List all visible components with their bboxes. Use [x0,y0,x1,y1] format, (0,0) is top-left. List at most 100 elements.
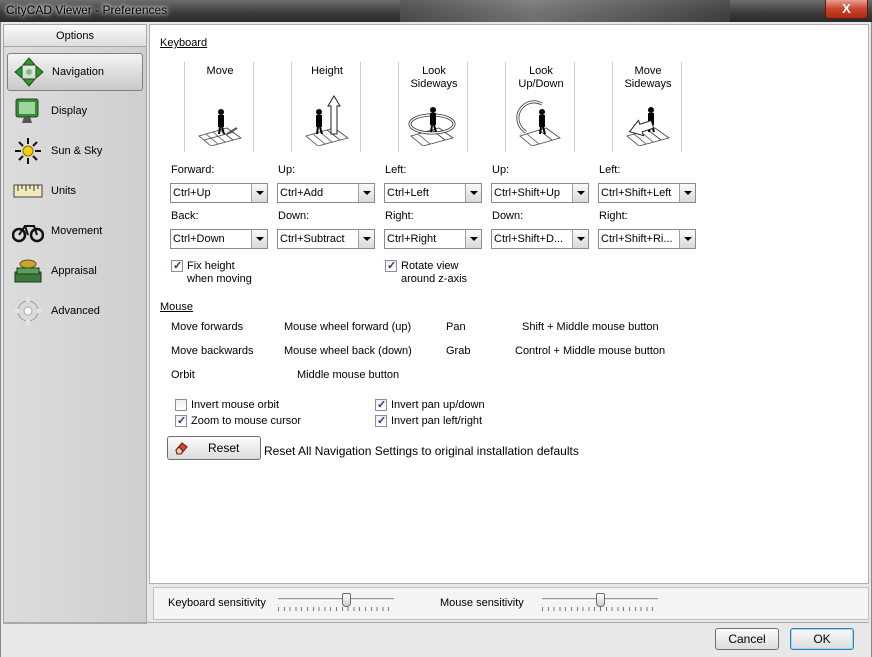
reset-button-label: Reset [208,441,240,455]
mouse-section-label: Mouse [160,301,194,313]
select-value: Ctrl+Left [387,187,429,199]
chevron-down-icon[interactable] [251,184,267,202]
move-forward-select[interactable]: Ctrl+Up [170,183,268,203]
eraser-icon [174,441,188,458]
chevron-down-icon[interactable] [679,184,695,202]
navigation-arrows-icon [12,55,46,89]
height-illustration: Height [291,62,361,152]
slider-track [278,598,394,601]
move-illustration: Move [184,62,254,152]
mouse-binding-label: Middle mouse button [297,369,400,381]
gear-icon [11,294,45,328]
invert-pan-left-right-checkbox[interactable] [375,414,387,427]
mouse-sensitivity-slider[interactable] [540,593,660,615]
invert-pan-up-down-label: Invert pan up/down [391,399,485,411]
chevron-down-icon[interactable] [251,230,267,248]
sideways-right-select[interactable]: Ctrl+Shift+Ri... [598,229,696,249]
close-button[interactable]: X [825,0,868,19]
monitor-icon [11,94,45,128]
sidebar-item-label: Sun & Sky [51,145,103,157]
title-bar[interactable]: CityCAD Viewer - Preferences X [0,0,872,22]
select-value: Ctrl+Shift+Left [601,187,672,199]
reset-description: Reset All Navigation Settings to origina… [264,444,579,458]
select-value: Ctrl+Add [280,187,324,199]
chevron-down-icon[interactable] [465,230,481,248]
ruler-icon [11,174,45,208]
sidebar-item-sun-sky[interactable]: Sun & Sky [7,131,143,171]
tile-title: Height [311,65,343,77]
keyboard-sensitivity-thumb[interactable] [342,593,352,607]
move-forward-label: Forward: [171,164,215,176]
look-left-select[interactable]: Ctrl+Left [384,183,482,203]
sidebar-item-movement[interactable]: Movement [7,211,143,251]
chevron-down-icon[interactable] [572,230,588,248]
chevron-down-icon[interactable] [572,184,588,202]
rotate-view-label-line2: around z-axis [401,273,468,285]
sidebar-item-navigation[interactable]: Navigation [7,53,143,91]
mouse-sensitivity-label: Mouse sensitivity [440,597,524,609]
move-sideways-figure-icon [626,107,670,146]
select-value: Ctrl+Down [173,233,225,245]
tile-title: Move [206,65,234,77]
slider-ticks [278,607,394,611]
mouse-sensitivity-thumb[interactable] [595,593,605,607]
height-down-select[interactable]: Ctrl+Subtract [277,229,375,249]
look-sideways-illustration: Look Sideways [398,62,468,152]
look-up-down-illustration: Look Up/Down [505,62,575,152]
chevron-down-icon[interactable] [358,230,374,248]
select-value: Ctrl+Subtract [280,233,345,245]
reset-button[interactable]: Reset [167,436,261,460]
sidebar-item-units[interactable]: Units [7,171,143,211]
sidebar-item-label: Movement [51,225,103,237]
select-value: Ctrl+Shift+D... [494,233,564,245]
ok-button[interactable]: OK [790,628,854,650]
sideways-left-select[interactable]: Ctrl+Shift+Left [598,183,696,203]
move-figure-icon [198,109,242,146]
chevron-down-icon[interactable] [465,184,481,202]
sidebar-item-display[interactable]: Display [7,91,143,131]
look-left-label: Left: [385,164,407,176]
slider-ticks [542,607,658,611]
mouse-binding-label: Control + Middle mouse button [515,345,666,357]
look-up-select[interactable]: Ctrl+Shift+Up [491,183,589,203]
fix-height-label-line2: when moving [187,273,252,285]
select-value: Ctrl+Up [173,187,211,199]
navigation-settings-panel: Keyboard Move Height Look Sideways Look … [149,24,869,584]
sidebar-header: Options [4,25,146,47]
height-up-select[interactable]: Ctrl+Add [277,183,375,203]
invert-orbit-checkbox[interactable] [175,399,187,411]
mouse-binding-label: Mouse wheel back (down) [284,345,412,357]
rotate-view-label: Rotate view [401,260,459,272]
sidebar-item-label: Navigation [52,66,104,78]
invert-pan-up-down-checkbox[interactable] [375,398,387,411]
window-title: CityCAD Viewer - Preferences [6,3,168,17]
chevron-down-icon[interactable] [679,230,695,248]
sensitivity-bar: Keyboard sensitivity Mouse sensitivity [153,587,869,620]
rotate-view-checkbox[interactable] [385,259,397,272]
keyboard-sensitivity-slider[interactable] [276,593,396,615]
bicycle-icon [11,214,45,248]
tile-title: Look Sideways [410,65,458,90]
mouse-action-label: Grab [446,345,471,357]
invert-orbit-label: Invert mouse orbit [191,399,280,411]
sidebar-item-appraisal[interactable]: Appraisal [7,251,143,291]
cancel-button[interactable]: Cancel [715,628,779,650]
chevron-down-icon[interactable] [358,184,374,202]
move-back-label: Back: [171,210,199,222]
options-sidebar: Options Navigation Display Sun & Sky Uni… [3,24,147,624]
move-back-select[interactable]: Ctrl+Down [170,229,268,249]
look-up-down-figure-icon [516,100,561,146]
select-value: Ctrl+Shift+Up [494,187,561,199]
mouse-binding-label: Mouse wheel forward (up) [284,321,412,333]
mouse-action-label: Orbit [171,369,195,381]
height-down-label: Down: [278,210,310,222]
height-figure-icon [305,95,349,146]
height-up-label: Up: [278,164,296,176]
sidebar-item-advanced[interactable]: Advanced [7,291,143,331]
sidebar-item-label: Advanced [51,305,100,317]
select-value: Ctrl+Shift+Ri... [601,233,673,245]
look-down-select[interactable]: Ctrl+Shift+D... [491,229,589,249]
fix-height-checkbox[interactable] [171,259,183,272]
zoom-to-cursor-checkbox[interactable] [175,414,187,427]
look-right-select[interactable]: Ctrl+Right [384,229,482,249]
